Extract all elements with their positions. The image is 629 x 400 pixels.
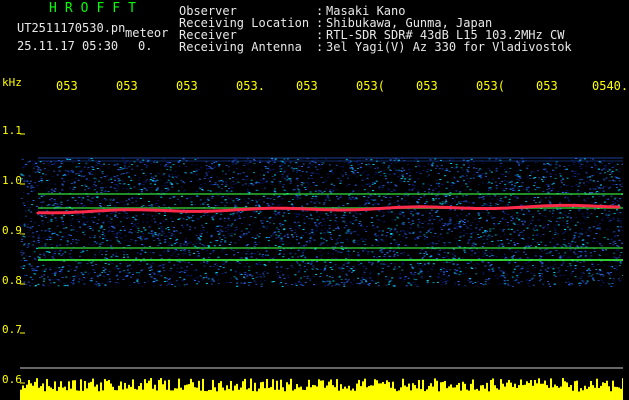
date-time: 25.11.17 05:30 (17, 39, 119, 53)
app-name: HROFFT (49, 1, 144, 16)
y-tick-label: 0.9 (2, 224, 22, 237)
antenna-separator: : (316, 40, 324, 54)
x-tick-label: 053 (296, 79, 318, 93)
detection-tag: meteor (125, 26, 169, 40)
header-panel: HROFFT UT2511170530.pn meteor 25.11.17 0… (0, 0, 629, 74)
antenna-label: Receiving Antenna (179, 40, 302, 54)
file-name: UT2511170530.pn (17, 21, 126, 35)
antenna-value: 3el Yagi(V) Az 330 for Vladivostok (326, 40, 572, 54)
noise-band (20, 158, 623, 287)
y-tick-label: 1.1 (2, 124, 22, 137)
x-tick-label: 053. (236, 79, 265, 93)
x-tick-label: 053( (476, 79, 505, 93)
y-tick-label: 0.6 (2, 373, 22, 386)
level-bars (20, 378, 623, 400)
signal-trace (36, 203, 621, 215)
y-tick-label: 0.7 (2, 323, 22, 336)
x-tick-label: 053 (116, 79, 138, 93)
x-tick-label: 053 (416, 79, 438, 93)
x-tick-label: 053 (536, 79, 558, 93)
y-axis-unit: kHz (2, 76, 22, 89)
x-tick-label: 053 (176, 79, 198, 93)
extra-value: 0. (138, 39, 153, 53)
spectrogram-plot (20, 96, 623, 400)
y-tick-label: 1.0 (2, 174, 22, 187)
x-tick-label: 0540. (592, 79, 629, 93)
spectrogram-canvas (20, 133, 623, 400)
x-tick-label: 053 (56, 79, 78, 93)
y-tick-label: 0.8 (2, 274, 22, 287)
x-tick-label: 053( (356, 79, 385, 93)
